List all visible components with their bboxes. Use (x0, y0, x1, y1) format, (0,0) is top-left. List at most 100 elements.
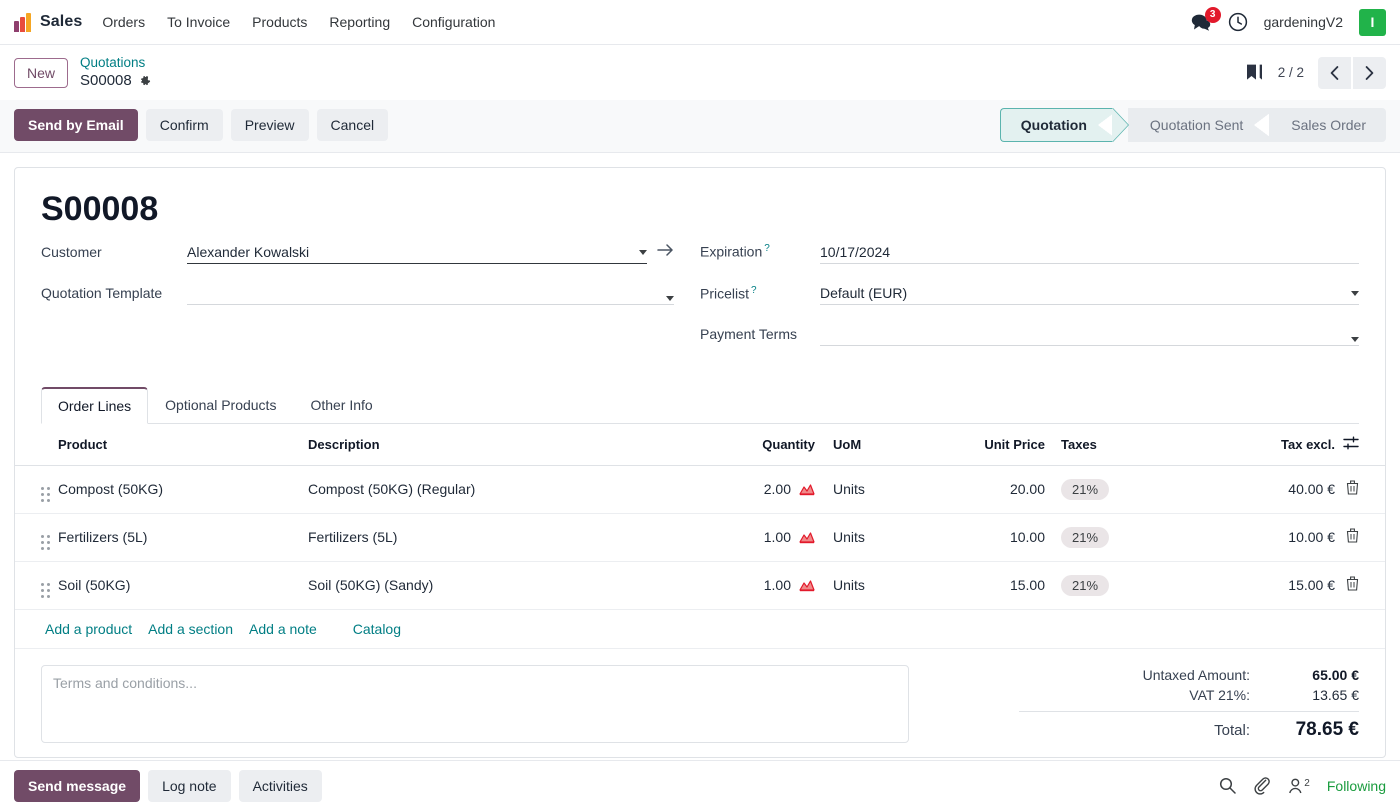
header-product[interactable]: Product (54, 424, 304, 466)
cell-unit-price[interactable]: 15.00 (939, 561, 1049, 609)
preview-button[interactable]: Preview (231, 109, 309, 141)
menu-item-reporting[interactable]: Reporting (329, 14, 390, 30)
cell-taxes[interactable]: 21% (1049, 561, 1229, 609)
chatter-bar: Send message Log note Activities 2 Follo… (0, 760, 1400, 810)
send-by-email-button[interactable]: Send by Email (14, 109, 138, 141)
row-drag-handle[interactable] (15, 465, 54, 513)
forecast-chart-icon[interactable] (799, 578, 815, 592)
cell-unit-price[interactable]: 20.00 (939, 465, 1049, 513)
pricelist-input[interactable]: Default (EUR) (820, 285, 1359, 305)
pager-next-button[interactable] (1353, 57, 1386, 89)
log-note-button[interactable]: Log note (148, 770, 231, 802)
add-a-note-link[interactable]: Add a note (249, 621, 317, 637)
header-description[interactable]: Description (304, 424, 699, 466)
cell-subtotal: 10.00 € (1229, 513, 1339, 561)
order-lines-header: Product Description Quantity UoM Unit Pr… (15, 424, 1385, 466)
menu-item-configuration[interactable]: Configuration (412, 14, 495, 30)
drag-handle-icon[interactable] (41, 583, 50, 598)
row-drag-handle[interactable] (15, 513, 54, 561)
trash-icon[interactable] (1346, 482, 1359, 498)
pager-previous-button[interactable] (1318, 57, 1351, 89)
cell-delete[interactable] (1339, 513, 1385, 561)
chevron-down-icon[interactable] (1351, 291, 1359, 296)
messages-button[interactable]: 3 (1191, 14, 1212, 31)
header-taxes[interactable]: Taxes (1049, 424, 1229, 466)
gear-icon[interactable] (138, 74, 152, 88)
attachment-paperclip-icon[interactable] (1253, 777, 1271, 795)
cell-uom[interactable]: Units (819, 561, 939, 609)
app-name[interactable]: Sales (40, 13, 82, 31)
confirm-button[interactable]: Confirm (146, 109, 223, 141)
terms-and-conditions-input[interactable]: Terms and conditions... (41, 665, 909, 743)
header-tax-excl[interactable]: Tax excl. (1229, 424, 1339, 466)
search-icon[interactable] (1219, 777, 1236, 794)
cell-delete[interactable] (1339, 561, 1385, 609)
status-sales-order[interactable]: Sales Order (1269, 108, 1386, 142)
bookmark-icon[interactable] (1245, 63, 1264, 83)
help-icon[interactable]: ? (764, 243, 770, 254)
activities-clock-button[interactable] (1228, 12, 1248, 32)
menu-item-products[interactable]: Products (252, 14, 307, 30)
add-a-product-link[interactable]: Add a product (45, 621, 132, 637)
header-uom[interactable]: UoM (819, 424, 939, 466)
field-pricelist: Pricelist? Default (EUR) (700, 285, 1359, 306)
chevron-down-icon[interactable] (639, 250, 647, 255)
user-menu-name[interactable]: gardeningV2 (1264, 14, 1343, 30)
avatar[interactable]: I (1359, 9, 1386, 36)
trash-icon[interactable] (1346, 530, 1359, 546)
chevron-down-icon[interactable] (666, 296, 674, 301)
followers-button[interactable]: 2 (1288, 778, 1310, 794)
status-quotation-sent[interactable]: Quotation Sent (1128, 108, 1269, 142)
cell-product[interactable]: Fertilizers (5L) (54, 513, 304, 561)
internal-link-arrow-icon[interactable] (657, 243, 674, 257)
column-options-icon[interactable] (1343, 438, 1359, 453)
tab-other-info[interactable]: Other Info (293, 387, 389, 424)
row-drag-handle[interactable] (15, 561, 54, 609)
tab-order-lines[interactable]: Order Lines (41, 387, 148, 424)
chevron-down-icon[interactable] (1351, 337, 1359, 342)
header-unit-price[interactable]: Unit Price (939, 424, 1049, 466)
table-row[interactable]: Fertilizers (5L) Fertilizers (5L) 1.00 U… (15, 513, 1385, 561)
help-icon[interactable]: ? (751, 285, 757, 296)
table-row[interactable]: Soil (50KG) Soil (50KG) (Sandy) 1.00 Uni… (15, 561, 1385, 609)
cell-uom[interactable]: Units (819, 465, 939, 513)
expiration-input[interactable]: 10/17/2024 (820, 244, 1359, 264)
cell-quantity[interactable]: 1.00 (699, 561, 819, 609)
status-quotation[interactable]: Quotation (1000, 108, 1113, 142)
following-status[interactable]: Following (1327, 778, 1386, 794)
table-row[interactable]: Compost (50KG) Compost (50KG) (Regular) … (15, 465, 1385, 513)
tab-optional-products[interactable]: Optional Products (148, 387, 293, 424)
menu-item-to-invoice[interactable]: To Invoice (167, 14, 230, 30)
activities-button[interactable]: Activities (239, 770, 322, 802)
cell-taxes[interactable]: 21% (1049, 513, 1229, 561)
add-a-section-link[interactable]: Add a section (148, 621, 233, 637)
arrow-right-glyph (657, 243, 674, 257)
pager-counter[interactable]: 2 / 2 (1278, 65, 1304, 80)
catalog-link[interactable]: Catalog (353, 621, 401, 637)
quotation-template-input[interactable] (187, 296, 674, 305)
send-message-button[interactable]: Send message (14, 770, 140, 802)
new-button[interactable]: New (14, 58, 68, 88)
breadcrumb-quotations-link[interactable]: Quotations (80, 55, 152, 72)
cancel-button[interactable]: Cancel (317, 109, 389, 141)
cell-product[interactable]: Soil (50KG) (54, 561, 304, 609)
cell-quantity[interactable]: 1.00 (699, 513, 819, 561)
menu-item-orders[interactable]: Orders (102, 14, 145, 30)
trash-icon[interactable] (1346, 578, 1359, 594)
cell-unit-price[interactable]: 10.00 (939, 513, 1049, 561)
cell-description[interactable]: Fertilizers (5L) (304, 513, 699, 561)
drag-handle-icon[interactable] (41, 487, 50, 502)
cell-uom[interactable]: Units (819, 513, 939, 561)
payment-terms-input[interactable] (820, 337, 1359, 346)
cell-description[interactable]: Compost (50KG) (Regular) (304, 465, 699, 513)
cell-quantity[interactable]: 2.00 (699, 465, 819, 513)
header-quantity[interactable]: Quantity (699, 424, 819, 466)
cell-description[interactable]: Soil (50KG) (Sandy) (304, 561, 699, 609)
forecast-chart-icon[interactable] (799, 530, 815, 544)
forecast-chart-icon[interactable] (799, 482, 815, 496)
cell-taxes[interactable]: 21% (1049, 465, 1229, 513)
cell-product[interactable]: Compost (50KG) (54, 465, 304, 513)
drag-handle-icon[interactable] (41, 535, 50, 550)
customer-input[interactable]: Alexander Kowalski (187, 244, 647, 264)
cell-delete[interactable] (1339, 465, 1385, 513)
